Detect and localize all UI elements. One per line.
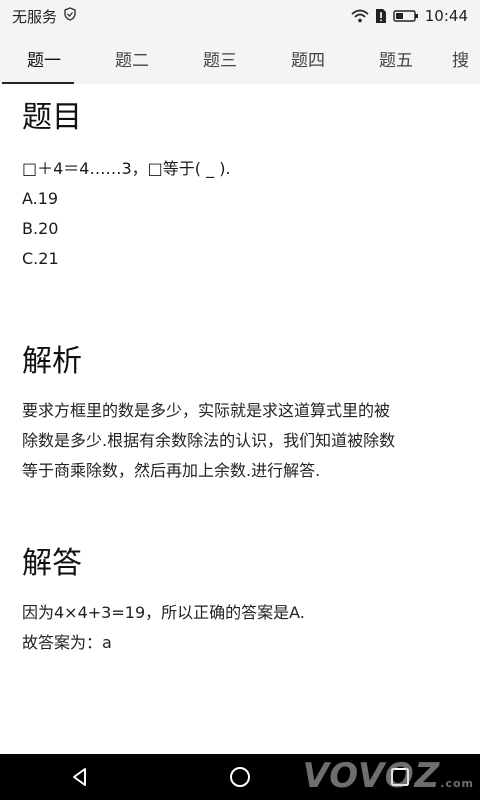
analysis-line: 等于商乘除数，然后再加上余数.进行解答. — [22, 461, 321, 480]
tab-label: 搜 — [452, 50, 469, 71]
back-triangle-icon — [73, 768, 86, 786]
option-a: A.19 — [22, 189, 59, 208]
tab-question-3[interactable]: 题三 — [176, 32, 264, 84]
carrier-label: 无服务 — [12, 7, 58, 26]
shield-icon — [63, 7, 77, 25]
question-stem: □＋4＝4……3，□等于( _ ). — [22, 159, 231, 178]
tab-label: 题五 — [379, 50, 413, 71]
watermark-text: VOVOZ — [302, 756, 441, 796]
answer-line: 因为4×4+3=19，所以正确的答案是A. — [22, 603, 305, 622]
analysis-line: 要求方框里的数是多少，实际就是求这道算式里的被 — [22, 401, 391, 420]
tab-question-4[interactable]: 题四 — [264, 32, 352, 84]
home-circle-icon — [230, 767, 250, 787]
option-c: C.21 — [22, 249, 59, 268]
sim-alert-icon — [375, 8, 387, 24]
tab-label: 题三 — [203, 50, 237, 71]
tab-search[interactable]: 搜 — [440, 32, 480, 84]
tab-question-2[interactable]: 题二 — [88, 32, 176, 84]
question-tabs: 题一 题二 题三 题四 题五 搜 — [0, 32, 480, 84]
answer-body: 因为4×4+3=19，所以正确的答案是A. 故答案为：a — [22, 598, 458, 658]
watermark-suffix: .com — [440, 777, 474, 790]
option-b: B.20 — [22, 219, 59, 238]
analysis-body: 要求方框里的数是多少，实际就是求这道算式里的被 除数是多少.根据有余数除法的认识… — [22, 396, 458, 486]
home-button[interactable] — [210, 754, 270, 800]
answer-heading: 解答 — [22, 546, 82, 581]
status-bar: 无服务 10:44 — [0, 0, 480, 32]
tab-question-1[interactable]: 题一 — [0, 32, 88, 84]
clock-time: 10:44 — [424, 7, 468, 25]
content-area[interactable]: 题目 □＋4＝4……3，□等于( _ ). A.19 B.20 C.21 解析 … — [0, 84, 480, 754]
analysis-heading: 解析 — [22, 344, 82, 379]
wifi-icon — [351, 9, 369, 23]
tab-label: 题二 — [115, 50, 149, 71]
question-body: □＋4＝4……3，□等于( _ ). A.19 B.20 C.21 — [22, 154, 458, 274]
question-heading: 题目 — [22, 100, 82, 135]
tab-label: 题一 — [27, 50, 61, 71]
watermark-logo: VOVOZ.com — [303, 756, 474, 796]
back-button[interactable] — [50, 754, 110, 800]
answer-line: 故答案为：a — [22, 633, 112, 652]
analysis-line: 除数是多少.根据有余数除法的认识，我们知道被除数 — [22, 431, 396, 450]
battery-icon — [393, 9, 419, 23]
tab-question-5[interactable]: 题五 — [352, 32, 440, 84]
tab-label: 题四 — [291, 50, 325, 71]
